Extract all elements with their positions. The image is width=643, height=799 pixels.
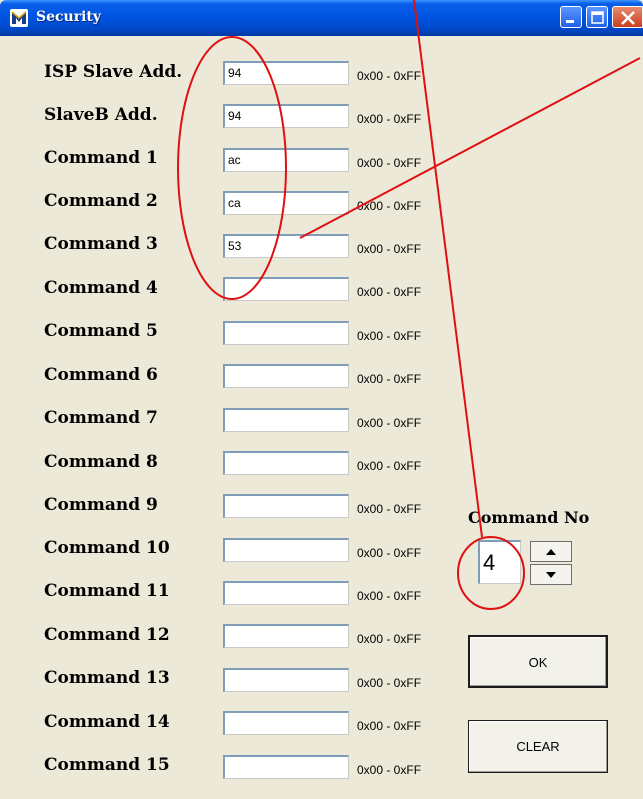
- spin-down-button[interactable]: [530, 564, 572, 585]
- range-hint: 0x00 - 0xFF: [357, 459, 422, 473]
- command-15-label: Command 15: [44, 755, 170, 775]
- command-1-label: Command 1: [44, 148, 158, 168]
- command-5-label: Command 5: [44, 321, 158, 341]
- triangle-up-icon: [546, 549, 556, 555]
- range-hint: 0x00 - 0xFF: [357, 546, 422, 560]
- command-14-input[interactable]: [223, 711, 349, 735]
- command-9-input[interactable]: [223, 494, 349, 518]
- command-6-label: Command 6: [44, 365, 158, 385]
- range-hint: 0x00 - 0xFF: [357, 242, 422, 256]
- command-4-label: Command 4: [44, 278, 158, 298]
- range-hint: 0x00 - 0xFF: [357, 763, 422, 777]
- command-12-input[interactable]: [223, 624, 349, 648]
- range-hint: 0x00 - 0xFF: [357, 632, 422, 646]
- command-7-input[interactable]: [223, 408, 349, 432]
- command-8-input[interactable]: [223, 451, 349, 475]
- command-no-label: Command No: [468, 508, 590, 527]
- close-icon: [621, 11, 635, 25]
- minimize-button[interactable]: [560, 6, 582, 28]
- command-11-label: Command 11: [44, 581, 170, 601]
- command-15-input[interactable]: [223, 755, 349, 779]
- slaveb-label: SlaveB Add.: [44, 105, 158, 125]
- ok-button[interactable]: OK: [468, 635, 608, 688]
- clear-button[interactable]: CLEAR: [468, 720, 608, 773]
- command-10-label: Command 10: [44, 538, 170, 558]
- range-hint: 0x00 - 0xFF: [357, 285, 422, 299]
- isp-slave-input[interactable]: 94: [223, 61, 349, 85]
- command-no-input[interactable]: 4: [478, 540, 521, 584]
- range-hint: 0x00 - 0xFF: [357, 112, 422, 126]
- command-9-label: Command 9: [44, 495, 158, 515]
- range-hint: 0x00 - 0xFF: [357, 589, 422, 603]
- command-14-label: Command 14: [44, 712, 170, 732]
- range-hint: 0x00 - 0xFF: [357, 156, 422, 170]
- range-hint: 0x00 - 0xFF: [357, 329, 422, 343]
- command-5-input[interactable]: [223, 321, 349, 345]
- command-3-label: Command 3: [44, 234, 158, 254]
- spin-up-button[interactable]: [530, 541, 572, 562]
- window-title: Security: [36, 9, 102, 25]
- command-13-input[interactable]: [223, 668, 349, 692]
- command-1-input[interactable]: ac: [223, 148, 349, 172]
- command-2-input[interactable]: ca: [223, 191, 349, 215]
- range-hint: 0x00 - 0xFF: [357, 676, 422, 690]
- command-7-label: Command 7: [44, 408, 158, 428]
- command-4-input[interactable]: [223, 277, 349, 301]
- minimize-icon: [566, 20, 574, 23]
- range-hint: 0x00 - 0xFF: [357, 372, 422, 386]
- command-8-label: Command 8: [44, 452, 158, 472]
- command-12-label: Command 12: [44, 625, 170, 645]
- title-bar[interactable]: Security: [0, 0, 643, 36]
- range-hint: 0x00 - 0xFF: [357, 502, 422, 516]
- command-11-input[interactable]: [223, 581, 349, 605]
- range-hint: 0x00 - 0xFF: [357, 416, 422, 430]
- app-icon: [10, 9, 28, 27]
- triangle-down-icon: [546, 572, 556, 578]
- range-hint: 0x00 - 0xFF: [357, 69, 422, 83]
- command-10-input[interactable]: [223, 538, 349, 562]
- range-hint: 0x00 - 0xFF: [357, 199, 422, 213]
- command-13-label: Command 13: [44, 668, 170, 688]
- command-6-input[interactable]: [223, 364, 349, 388]
- close-button[interactable]: [612, 6, 643, 28]
- isp-slave-label: ISP Slave Add.: [44, 62, 183, 82]
- maximize-button[interactable]: [586, 6, 608, 28]
- slaveb-input[interactable]: 94: [223, 104, 349, 128]
- maximize-icon: [591, 11, 604, 24]
- range-hint: 0x00 - 0xFF: [357, 719, 422, 733]
- command-2-label: Command 2: [44, 191, 158, 211]
- security-window: Security ISP Slave Add. 94 0x00 - 0xFF S…: [0, 0, 643, 799]
- command-3-input[interactable]: 53: [223, 234, 349, 258]
